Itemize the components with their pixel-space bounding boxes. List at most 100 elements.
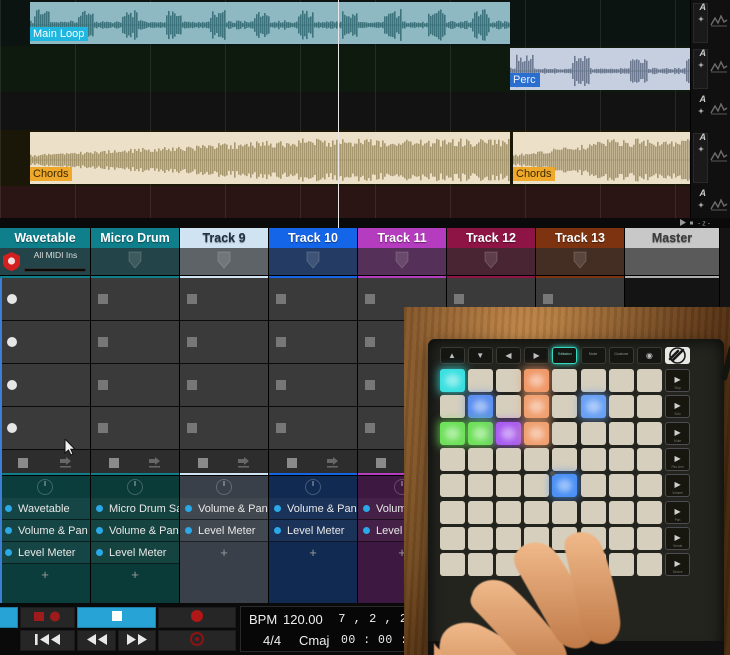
monitor-state-icon[interactable] (395, 251, 409, 272)
clip-stop-button[interactable] (98, 337, 108, 347)
return-to-start-button[interactable] (20, 630, 75, 651)
loop-toggle-button[interactable] (0, 607, 18, 628)
add-device-button[interactable]: + (180, 542, 268, 564)
clip-stop-button[interactable] (276, 380, 286, 390)
device-power-led[interactable] (5, 549, 12, 556)
launchpad-pad-r3c8[interactable] (636, 421, 662, 445)
device-power-led[interactable] (363, 527, 370, 534)
device-power-led[interactable] (96, 505, 103, 512)
launchpad-pad-r4c7[interactable] (608, 447, 634, 471)
launchpad-pad-r1c2[interactable] (467, 369, 493, 392)
clip-record-button[interactable] (7, 337, 17, 347)
macro-knob-icon[interactable] (305, 479, 321, 495)
launchpad-pad-r3c4[interactable] (524, 421, 550, 445)
clip-name-label[interactable]: Perc (510, 73, 540, 87)
track-header-track-12[interactable]: Track 12 (447, 228, 535, 248)
launchpad-pad-r2c5[interactable] (552, 395, 578, 419)
track-right-controls[interactable]: A (690, 0, 730, 46)
automation-icon[interactable]: A (700, 48, 707, 58)
clip-stop-button[interactable] (276, 423, 286, 433)
device-item[interactable]: Wavetable (0, 498, 90, 520)
automation-icon[interactable]: A (700, 132, 707, 142)
arm-record-button[interactable] (158, 630, 236, 651)
track-launch-mode-icon[interactable] (326, 457, 339, 472)
clip-slot[interactable] (91, 407, 179, 450)
clip-name-label[interactable]: Main Loop (30, 27, 89, 41)
clip-slot[interactable] (180, 407, 268, 450)
launchpad-pad-r2c4[interactable] (524, 395, 550, 419)
track-io-row[interactable] (536, 248, 624, 276)
clip-name-label[interactable]: Chords (30, 167, 73, 181)
launchpad-pad-r1c1[interactable] (439, 369, 465, 392)
device-item[interactable]: Volume & Pan Plugin (0, 520, 90, 542)
clip-stop-button[interactable] (187, 294, 197, 304)
track-header-wavetable[interactable]: Wavetable (0, 228, 90, 248)
clip-stop-button[interactable] (365, 337, 375, 347)
clip-slot[interactable] (180, 278, 268, 321)
device-item[interactable]: Level Meter (0, 542, 90, 564)
launchpad-pad-r2c6[interactable] (580, 395, 606, 419)
audio-clip[interactable]: Chords (513, 132, 691, 184)
track-launch-mode-icon[interactable] (59, 457, 72, 472)
track-stop-button[interactable] (109, 458, 119, 468)
launchpad-pad-r7c8[interactable] (636, 526, 662, 550)
clip-slot[interactable] (0, 364, 90, 407)
track-io-row[interactable] (625, 248, 719, 276)
track-header-master[interactable]: Master (625, 228, 719, 248)
bpm-value[interactable]: 120.00 (283, 612, 323, 627)
clip-stop-button[interactable] (187, 337, 197, 347)
modulation-icon[interactable] (697, 145, 705, 153)
device-item[interactable]: Volume & Pan Plugin (269, 498, 357, 520)
launchpad-pad-r5c8[interactable] (636, 474, 662, 498)
device-macro-row[interactable] (269, 476, 357, 498)
scene-launch-1[interactable]: ▶ Stop (665, 369, 691, 392)
track-stop-button[interactable] (376, 458, 386, 468)
device-power-led[interactable] (274, 527, 281, 534)
clip-slot[interactable] (180, 364, 268, 407)
fast-forward-button[interactable] (118, 630, 156, 651)
session-track-column[interactable]: Track 10 Volume & Pan Plugin Level Meter + (269, 228, 358, 603)
clip-stop-button[interactable] (276, 294, 286, 304)
launchpad-pad-r4c3[interactable] (495, 447, 521, 471)
automation-icon[interactable]: A (700, 188, 707, 198)
session-button[interactable]: Session Mixer (552, 347, 578, 364)
launchpad-pad-r1c5[interactable] (552, 369, 578, 392)
session-track-column[interactable]: Track 9 Volume & Pan Plugin Level Meter + (180, 228, 269, 603)
time-signature[interactable]: 4/4 (263, 633, 281, 648)
add-device-button[interactable]: + (91, 564, 179, 586)
device-item[interactable]: Level Meter (91, 542, 179, 564)
scene-launch-2[interactable]: ▶ Solo (665, 395, 691, 419)
clip-slot[interactable] (91, 364, 179, 407)
launchpad-pad-r1c7[interactable] (608, 369, 634, 392)
launchpad-pad-r8c8[interactable] (636, 553, 662, 577)
launchpad-pad-r4c2[interactable] (467, 447, 493, 471)
clip-stop-button[interactable] (98, 423, 108, 433)
track-right-controls[interactable]: A (690, 46, 730, 92)
song-key[interactable]: Cmaj (299, 633, 329, 648)
device-item[interactable]: Micro Drum Sampler (91, 498, 179, 520)
clip-slot[interactable] (180, 321, 268, 364)
launchpad-pad-r3c1[interactable] (439, 421, 465, 445)
monitor-state-icon[interactable] (306, 251, 320, 272)
session-track-column[interactable]: Micro Drum Micro Drum Sampler Volume & Pan… (91, 228, 180, 603)
device-power-led[interactable] (274, 505, 281, 512)
track-io-row[interactable] (269, 248, 357, 276)
track-stop-button[interactable] (18, 458, 28, 468)
track-io-row[interactable]: All MIDI Ins (0, 248, 90, 276)
track-header-track-11[interactable]: Track 11 (358, 228, 446, 248)
device-power-led[interactable] (185, 505, 192, 512)
launchpad-pad-r4c1[interactable] (439, 447, 465, 471)
up-arrow-button[interactable]: ▲ (439, 347, 465, 364)
device-power-led[interactable] (5, 527, 12, 534)
monitor-state-icon[interactable] (128, 251, 142, 272)
launchpad-pad-r4c4[interactable] (524, 447, 550, 471)
launchpad-pad-r2c2[interactable] (467, 395, 493, 419)
note-button[interactable]: Note (580, 347, 606, 364)
clip-slot[interactable] (269, 321, 357, 364)
track-io-row[interactable] (91, 248, 179, 276)
device-macro-row[interactable] (180, 476, 268, 498)
scene-launch-5[interactable]: ▶ Volume (665, 474, 691, 498)
launchpad-pad-r6c8[interactable] (636, 500, 662, 524)
clip-stop-button[interactable] (187, 423, 197, 433)
clip-record-button[interactable] (7, 423, 17, 433)
